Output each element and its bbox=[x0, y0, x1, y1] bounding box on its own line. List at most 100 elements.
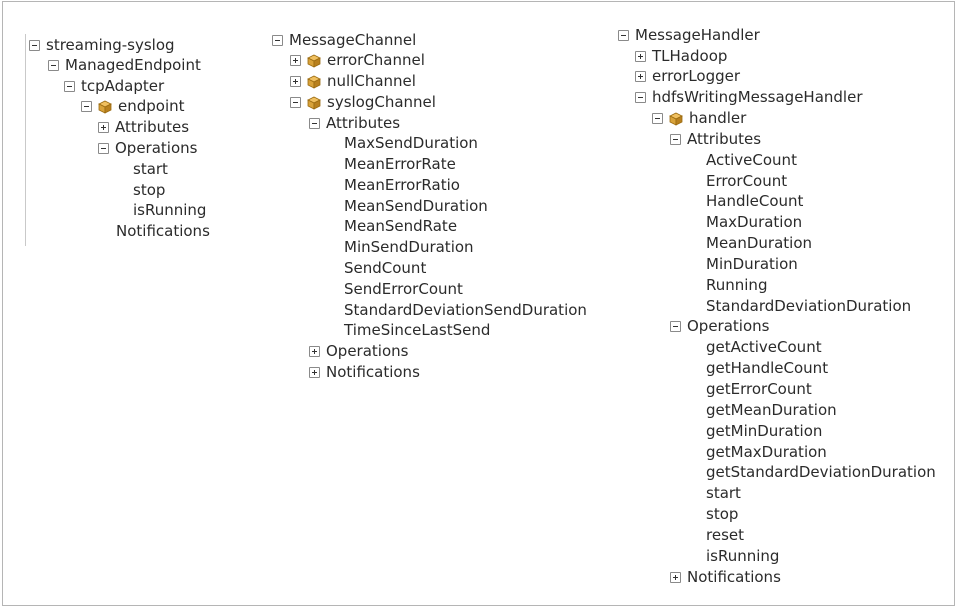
leaf-op[interactable]: getErrorCount bbox=[706, 379, 812, 400]
node-label: Notifications bbox=[326, 363, 420, 381]
node-attributes[interactable]: Attributes bbox=[670, 129, 761, 150]
node-syslog-channel[interactable]: syslogChannel bbox=[290, 92, 436, 113]
collapse-icon[interactable] bbox=[64, 81, 75, 92]
leaf-op[interactable]: getMinDuration bbox=[706, 421, 822, 442]
leaf-attr[interactable]: MeanErrorRatio bbox=[344, 175, 460, 196]
leaf-label: MeanSendRate bbox=[344, 217, 458, 235]
expand-icon[interactable] bbox=[670, 572, 681, 583]
mbean-cube-icon bbox=[307, 75, 321, 89]
expand-icon[interactable] bbox=[309, 367, 320, 378]
node-handler[interactable]: handler bbox=[652, 108, 746, 129]
leaf-op[interactable]: getActiveCount bbox=[706, 337, 822, 358]
collapse-icon[interactable] bbox=[98, 143, 109, 154]
leaf-op[interactable]: isRunning bbox=[706, 546, 779, 567]
node-attributes[interactable]: Attributes bbox=[98, 117, 189, 138]
node-attributes[interactable]: Attributes bbox=[309, 113, 400, 134]
leaf-label: start bbox=[706, 484, 741, 502]
node-streaming-syslog[interactable]: streaming-syslog bbox=[29, 35, 175, 56]
node-label: Operations bbox=[115, 139, 198, 157]
leaf-attr[interactable]: StandardDeviationSendDuration bbox=[344, 300, 587, 321]
leaf-attr[interactable]: ErrorCount bbox=[706, 171, 787, 192]
leaf-attr[interactable]: MinSendDuration bbox=[344, 237, 474, 258]
node-error-channel[interactable]: errorChannel bbox=[290, 50, 425, 71]
node-hdfs-writing-message-handler[interactable]: hdfsWritingMessageHandler bbox=[635, 87, 863, 108]
node-error-logger[interactable]: errorLogger bbox=[635, 66, 740, 87]
collapse-icon[interactable] bbox=[29, 40, 40, 51]
leaf-op[interactable]: stop bbox=[706, 504, 738, 525]
node-notifications[interactable]: Notifications bbox=[116, 221, 210, 242]
mbean-cube-icon bbox=[669, 112, 683, 126]
collapse-icon[interactable] bbox=[635, 92, 646, 103]
leaf-op-start[interactable]: start bbox=[133, 159, 168, 180]
node-label: endpoint bbox=[118, 97, 185, 115]
node-label: errorLogger bbox=[652, 67, 741, 85]
leaf-attr[interactable]: MeanErrorRate bbox=[344, 154, 456, 175]
leaf-label: getErrorCount bbox=[706, 380, 812, 398]
node-endpoint[interactable]: endpoint bbox=[81, 96, 185, 117]
leaf-attr[interactable]: SendCount bbox=[344, 258, 426, 279]
leaf-attr[interactable]: MeanSendRate bbox=[344, 216, 457, 237]
node-operations[interactable]: Operations bbox=[670, 316, 769, 337]
node-operations[interactable]: Operations bbox=[98, 138, 197, 159]
leaf-attr[interactable]: StandardDeviationDuration bbox=[706, 296, 911, 317]
leaf-op[interactable]: getMaxDuration bbox=[706, 442, 827, 463]
collapse-icon[interactable] bbox=[670, 321, 681, 332]
leaf-label: StandardDeviationSendDuration bbox=[344, 301, 587, 319]
leaf-attr[interactable]: MeanSendDuration bbox=[344, 196, 488, 217]
leaf-label: StandardDeviationDuration bbox=[706, 297, 912, 315]
leaf-attr[interactable]: MaxDuration bbox=[706, 212, 802, 233]
collapse-icon[interactable] bbox=[309, 118, 320, 129]
node-tcp-adapter[interactable]: tcpAdapter bbox=[64, 76, 164, 97]
leaf-label: ActiveCount bbox=[706, 151, 797, 169]
leaf-attr[interactable]: MaxSendDuration bbox=[344, 133, 478, 154]
leaf-op-isrunning[interactable]: isRunning bbox=[133, 200, 206, 221]
expand-icon[interactable] bbox=[309, 346, 320, 357]
collapse-icon[interactable] bbox=[81, 101, 92, 112]
leaf-attr[interactable]: TimeSinceLastSend bbox=[344, 320, 490, 341]
leaf-label: MeanErrorRatio bbox=[344, 176, 460, 194]
node-label: streaming-syslog bbox=[46, 36, 175, 54]
collapse-icon[interactable] bbox=[652, 113, 663, 124]
expand-icon[interactable] bbox=[635, 71, 646, 82]
leaf-label: getMeanDuration bbox=[706, 401, 837, 419]
leaf-op[interactable]: getMeanDuration bbox=[706, 400, 837, 421]
mbean-cube-icon bbox=[98, 100, 112, 114]
collapse-icon[interactable] bbox=[272, 35, 283, 46]
node-label: Notifications bbox=[687, 568, 781, 586]
leaf-op[interactable]: start bbox=[706, 483, 741, 504]
collapse-icon[interactable] bbox=[618, 30, 629, 41]
node-tlhadoop[interactable]: TLHadoop bbox=[635, 46, 727, 67]
node-label: Operations bbox=[687, 317, 770, 335]
node-notifications[interactable]: Notifications bbox=[309, 362, 420, 383]
leaf-label: SendErrorCount bbox=[344, 280, 463, 298]
leaf-attr[interactable]: MeanDuration bbox=[706, 233, 812, 254]
collapse-icon[interactable] bbox=[670, 134, 681, 145]
leaf-op[interactable]: reset bbox=[706, 525, 744, 546]
leaf-attr[interactable]: ActiveCount bbox=[706, 150, 797, 171]
node-operations[interactable]: Operations bbox=[309, 341, 408, 362]
leaf-attr[interactable]: Running bbox=[706, 275, 767, 296]
expand-icon[interactable] bbox=[290, 76, 301, 87]
collapse-icon[interactable] bbox=[48, 60, 59, 71]
leaf-attr[interactable]: SendErrorCount bbox=[344, 279, 463, 300]
node-message-handler[interactable]: MessageHandler bbox=[618, 25, 760, 46]
leaf-label: isRunning bbox=[706, 547, 780, 565]
tree-panel-left-border bbox=[25, 34, 26, 246]
leaf-label: HandleCount bbox=[706, 192, 804, 210]
leaf-label: MeanSendDuration bbox=[344, 197, 488, 215]
node-notifications[interactable]: Notifications bbox=[670, 567, 781, 588]
node-message-channel[interactable]: MessageChannel bbox=[272, 30, 416, 51]
leaf-label: SendCount bbox=[344, 259, 427, 277]
expand-icon[interactable] bbox=[635, 51, 646, 62]
node-label: Attributes bbox=[326, 114, 401, 132]
expand-icon[interactable] bbox=[98, 122, 109, 133]
leaf-op[interactable]: getStandardDeviationDuration bbox=[706, 462, 936, 483]
leaf-attr[interactable]: MinDuration bbox=[706, 254, 798, 275]
expand-icon[interactable] bbox=[290, 55, 301, 66]
leaf-op[interactable]: getHandleCount bbox=[706, 358, 828, 379]
leaf-op-stop[interactable]: stop bbox=[133, 180, 165, 201]
node-null-channel[interactable]: nullChannel bbox=[290, 71, 416, 92]
node-managed-endpoint[interactable]: ManagedEndpoint bbox=[48, 55, 201, 76]
leaf-attr[interactable]: HandleCount bbox=[706, 191, 803, 212]
collapse-icon[interactable] bbox=[290, 97, 301, 108]
